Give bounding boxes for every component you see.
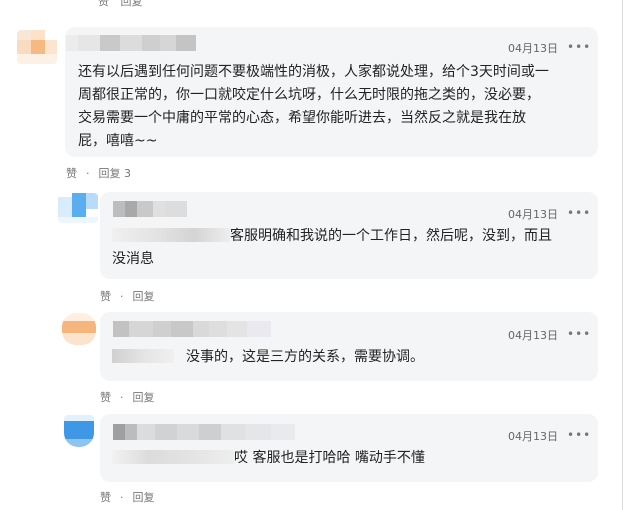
reply-count-button[interactable]: 回复 3 <box>99 167 132 180</box>
separator-dot: · <box>120 391 124 404</box>
reply-actions: 赞 · 回复 <box>100 489 155 505</box>
reply-button[interactable]: 回复 <box>133 391 155 404</box>
reply-actions: 赞 · 回复 <box>100 288 155 304</box>
reply-button[interactable]: 回复 <box>133 290 155 303</box>
reply-text-line: 没事的，这是三方的关系，需要协调。 <box>112 346 424 369</box>
like-button[interactable]: 赞 <box>98 0 109 8</box>
avatar[interactable] <box>17 30 57 64</box>
like-button[interactable]: 赞 <box>66 167 77 180</box>
like-button[interactable]: 赞 <box>100 290 111 303</box>
reply-text: 没事的，这是三方的关系，需要协调。 <box>112 346 424 369</box>
comment-date: 04月13日 <box>508 208 558 221</box>
more-options-icon[interactable]: ••• <box>567 40 591 54</box>
reply-actions: 赞 · 回复 <box>100 389 155 405</box>
panel-edge <box>622 0 623 510</box>
more-options-icon[interactable]: ••• <box>567 428 591 442</box>
reply-text-line: 没消息 <box>112 251 154 267</box>
mention-redacted <box>112 450 234 464</box>
comment-text-line: 周都很正常的，你一口就咬定什么坑呀，什么无时限的拖之类的，没必要， <box>78 87 540 103</box>
reply-text: 客服明确和我说的一个工作日，然后呢，没到，而且 没消息 <box>112 225 552 271</box>
more-options-icon[interactable]: ••• <box>567 327 591 341</box>
reply-text: 哎 客服也是打哈哈 嘴动手不懂 <box>112 447 425 470</box>
reply-button[interactable]: 回复 <box>121 0 143 8</box>
comment-date: 04月13日 <box>508 430 558 443</box>
separator-dot: · <box>120 290 124 303</box>
comment-text: 还有以后遇到任何问题不要极端性的消极，人家都说处理，给个3天时间或一 周都很正常… <box>78 61 549 153</box>
comment-actions: 赞 · 回复 3 <box>66 165 131 181</box>
reply-button[interactable]: 回复 <box>133 491 155 504</box>
avatar[interactable] <box>58 193 98 223</box>
separator-dot: · <box>120 491 124 504</box>
username-redacted[interactable] <box>113 321 271 337</box>
comment-text-line: 还有以后遇到任何问题不要极端性的消极，人家都说处理，给个3天时间或一 <box>78 64 549 80</box>
comment-date: 04月13日 <box>508 42 558 55</box>
like-button[interactable]: 赞 <box>100 391 111 404</box>
more-options-icon[interactable]: ••• <box>567 206 591 220</box>
reply-text-line: 哎 客服也是打哈哈 嘴动手不懂 <box>112 447 425 470</box>
mention-redacted <box>112 228 230 242</box>
mention-redacted <box>112 349 174 363</box>
username-redacted[interactable] <box>113 424 295 440</box>
like-button[interactable]: 赞 <box>100 491 111 504</box>
avatar[interactable] <box>64 415 94 447</box>
username-redacted[interactable] <box>66 35 196 51</box>
comment-date: 04月13日 <box>508 329 558 342</box>
username-redacted[interactable] <box>113 201 187 217</box>
previous-comment-actions: 赞 回复 <box>98 0 151 9</box>
comment-text-line: 屁，嘻嘻~~ <box>78 133 158 149</box>
comment-text-line: 交易需要一个中庸的平常的心态，希望你能听进去，当然反之就是我在放 <box>78 110 526 126</box>
reply-text-line: 客服明确和我说的一个工作日，然后呢，没到，而且 <box>112 225 552 248</box>
avatar[interactable] <box>62 313 96 345</box>
separator-dot: · <box>86 167 90 180</box>
